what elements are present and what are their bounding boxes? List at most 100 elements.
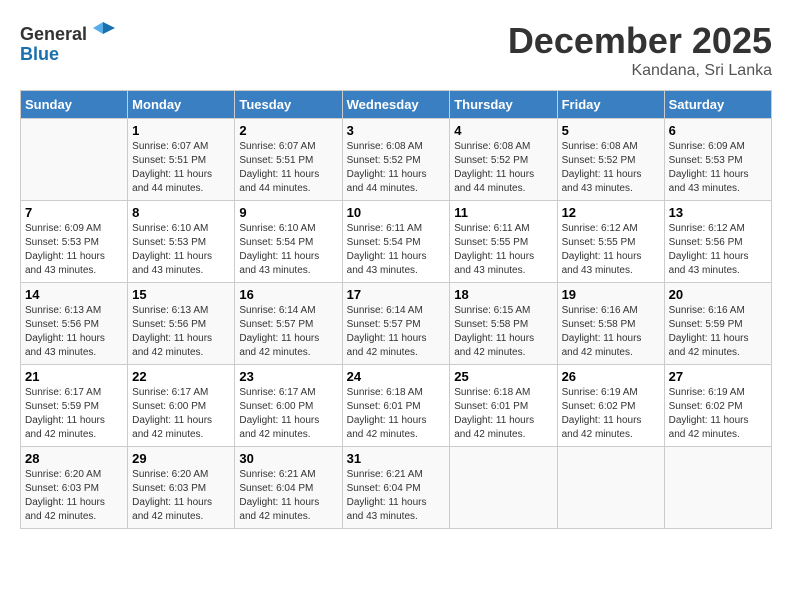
day-number: 5 bbox=[562, 123, 660, 138]
day-number: 11 bbox=[454, 205, 552, 220]
day-number: 1 bbox=[132, 123, 230, 138]
day-number: 16 bbox=[239, 287, 337, 302]
day-info: Sunrise: 6:14 AMSunset: 5:57 PMDaylight:… bbox=[239, 304, 337, 360]
calendar-cell: 14 Sunrise: 6:13 AMSunset: 5:56 PMDaylig… bbox=[21, 283, 128, 365]
month-title: December 2025 bbox=[508, 20, 772, 62]
day-info: Sunrise: 6:17 AMSunset: 6:00 PMDaylight:… bbox=[132, 386, 230, 442]
day-number: 9 bbox=[239, 205, 337, 220]
calendar-cell: 6 Sunrise: 6:09 AMSunset: 5:53 PMDayligh… bbox=[664, 119, 771, 201]
day-info: Sunrise: 6:10 AMSunset: 5:53 PMDaylight:… bbox=[132, 222, 230, 278]
day-info: Sunrise: 6:07 AMSunset: 5:51 PMDaylight:… bbox=[132, 140, 230, 196]
calendar-cell: 10 Sunrise: 6:11 AMSunset: 5:54 PMDaylig… bbox=[342, 201, 450, 283]
page-header: General Blue December 2025 Kandana, Sri … bbox=[20, 20, 772, 80]
logo-flag-icon bbox=[89, 20, 117, 48]
day-info: Sunrise: 6:20 AMSunset: 6:03 PMDaylight:… bbox=[132, 468, 230, 524]
day-number: 21 bbox=[25, 369, 123, 384]
calendar-week-row: 1 Sunrise: 6:07 AMSunset: 5:51 PMDayligh… bbox=[21, 119, 772, 201]
calendar-cell: 8 Sunrise: 6:10 AMSunset: 5:53 PMDayligh… bbox=[128, 201, 235, 283]
calendar-cell bbox=[664, 447, 771, 529]
calendar-week-row: 7 Sunrise: 6:09 AMSunset: 5:53 PMDayligh… bbox=[21, 201, 772, 283]
day-info: Sunrise: 6:13 AMSunset: 5:56 PMDaylight:… bbox=[25, 304, 123, 360]
calendar-cell: 4 Sunrise: 6:08 AMSunset: 5:52 PMDayligh… bbox=[450, 119, 557, 201]
calendar-cell: 5 Sunrise: 6:08 AMSunset: 5:52 PMDayligh… bbox=[557, 119, 664, 201]
col-header-sunday: Sunday bbox=[21, 91, 128, 119]
calendar-cell: 16 Sunrise: 6:14 AMSunset: 5:57 PMDaylig… bbox=[235, 283, 342, 365]
day-number: 17 bbox=[347, 287, 446, 302]
calendar-cell: 9 Sunrise: 6:10 AMSunset: 5:54 PMDayligh… bbox=[235, 201, 342, 283]
day-info: Sunrise: 6:18 AMSunset: 6:01 PMDaylight:… bbox=[454, 386, 552, 442]
day-number: 4 bbox=[454, 123, 552, 138]
calendar-cell: 15 Sunrise: 6:13 AMSunset: 5:56 PMDaylig… bbox=[128, 283, 235, 365]
calendar-cell: 19 Sunrise: 6:16 AMSunset: 5:58 PMDaylig… bbox=[557, 283, 664, 365]
day-number: 13 bbox=[669, 205, 767, 220]
day-info: Sunrise: 6:13 AMSunset: 5:56 PMDaylight:… bbox=[132, 304, 230, 360]
day-info: Sunrise: 6:14 AMSunset: 5:57 PMDaylight:… bbox=[347, 304, 446, 360]
day-info: Sunrise: 6:17 AMSunset: 6:00 PMDaylight:… bbox=[239, 386, 337, 442]
calendar-week-row: 21 Sunrise: 6:17 AMSunset: 5:59 PMDaylig… bbox=[21, 365, 772, 447]
logo: General Blue bbox=[20, 20, 117, 65]
day-info: Sunrise: 6:07 AMSunset: 5:51 PMDaylight:… bbox=[239, 140, 337, 196]
day-number: 6 bbox=[669, 123, 767, 138]
day-info: Sunrise: 6:20 AMSunset: 6:03 PMDaylight:… bbox=[25, 468, 123, 524]
day-number: 19 bbox=[562, 287, 660, 302]
calendar-cell bbox=[450, 447, 557, 529]
day-info: Sunrise: 6:12 AMSunset: 5:56 PMDaylight:… bbox=[669, 222, 767, 278]
day-info: Sunrise: 6:19 AMSunset: 6:02 PMDaylight:… bbox=[562, 386, 660, 442]
calendar-cell: 21 Sunrise: 6:17 AMSunset: 5:59 PMDaylig… bbox=[21, 365, 128, 447]
day-info: Sunrise: 6:21 AMSunset: 6:04 PMDaylight:… bbox=[347, 468, 446, 524]
day-number: 3 bbox=[347, 123, 446, 138]
calendar-cell bbox=[21, 119, 128, 201]
calendar-table: SundayMondayTuesdayWednesdayThursdayFrid… bbox=[20, 90, 772, 529]
col-header-monday: Monday bbox=[128, 91, 235, 119]
day-number: 25 bbox=[454, 369, 552, 384]
calendar-cell: 11 Sunrise: 6:11 AMSunset: 5:55 PMDaylig… bbox=[450, 201, 557, 283]
day-number: 23 bbox=[239, 369, 337, 384]
day-info: Sunrise: 6:09 AMSunset: 5:53 PMDaylight:… bbox=[25, 222, 123, 278]
day-info: Sunrise: 6:11 AMSunset: 5:54 PMDaylight:… bbox=[347, 222, 446, 278]
calendar-cell: 17 Sunrise: 6:14 AMSunset: 5:57 PMDaylig… bbox=[342, 283, 450, 365]
day-number: 28 bbox=[25, 451, 123, 466]
calendar-cell: 31 Sunrise: 6:21 AMSunset: 6:04 PMDaylig… bbox=[342, 447, 450, 529]
day-info: Sunrise: 6:08 AMSunset: 5:52 PMDaylight:… bbox=[454, 140, 552, 196]
calendar-week-row: 28 Sunrise: 6:20 AMSunset: 6:03 PMDaylig… bbox=[21, 447, 772, 529]
calendar-cell: 24 Sunrise: 6:18 AMSunset: 6:01 PMDaylig… bbox=[342, 365, 450, 447]
day-number: 26 bbox=[562, 369, 660, 384]
day-info: Sunrise: 6:10 AMSunset: 5:54 PMDaylight:… bbox=[239, 222, 337, 278]
calendar-cell: 23 Sunrise: 6:17 AMSunset: 6:00 PMDaylig… bbox=[235, 365, 342, 447]
title-block: December 2025 Kandana, Sri Lanka bbox=[508, 20, 772, 80]
calendar-cell: 22 Sunrise: 6:17 AMSunset: 6:00 PMDaylig… bbox=[128, 365, 235, 447]
day-number: 14 bbox=[25, 287, 123, 302]
calendar-cell: 26 Sunrise: 6:19 AMSunset: 6:02 PMDaylig… bbox=[557, 365, 664, 447]
calendar-cell: 12 Sunrise: 6:12 AMSunset: 5:55 PMDaylig… bbox=[557, 201, 664, 283]
calendar-header-row: SundayMondayTuesdayWednesdayThursdayFrid… bbox=[21, 91, 772, 119]
day-number: 8 bbox=[132, 205, 230, 220]
day-info: Sunrise: 6:11 AMSunset: 5:55 PMDaylight:… bbox=[454, 222, 552, 278]
day-number: 7 bbox=[25, 205, 123, 220]
day-number: 29 bbox=[132, 451, 230, 466]
calendar-cell bbox=[557, 447, 664, 529]
day-number: 12 bbox=[562, 205, 660, 220]
calendar-cell: 28 Sunrise: 6:20 AMSunset: 6:03 PMDaylig… bbox=[21, 447, 128, 529]
calendar-cell: 25 Sunrise: 6:18 AMSunset: 6:01 PMDaylig… bbox=[450, 365, 557, 447]
calendar-cell: 2 Sunrise: 6:07 AMSunset: 5:51 PMDayligh… bbox=[235, 119, 342, 201]
calendar-cell: 18 Sunrise: 6:15 AMSunset: 5:58 PMDaylig… bbox=[450, 283, 557, 365]
day-info: Sunrise: 6:18 AMSunset: 6:01 PMDaylight:… bbox=[347, 386, 446, 442]
day-number: 24 bbox=[347, 369, 446, 384]
location-subtitle: Kandana, Sri Lanka bbox=[508, 62, 772, 80]
day-number: 22 bbox=[132, 369, 230, 384]
col-header-saturday: Saturday bbox=[664, 91, 771, 119]
day-info: Sunrise: 6:15 AMSunset: 5:58 PMDaylight:… bbox=[454, 304, 552, 360]
day-number: 27 bbox=[669, 369, 767, 384]
col-header-thursday: Thursday bbox=[450, 91, 557, 119]
day-info: Sunrise: 6:16 AMSunset: 5:59 PMDaylight:… bbox=[669, 304, 767, 360]
day-info: Sunrise: 6:08 AMSunset: 5:52 PMDaylight:… bbox=[347, 140, 446, 196]
day-number: 2 bbox=[239, 123, 337, 138]
calendar-cell: 3 Sunrise: 6:08 AMSunset: 5:52 PMDayligh… bbox=[342, 119, 450, 201]
logo-general-text: General bbox=[20, 24, 87, 45]
day-number: 31 bbox=[347, 451, 446, 466]
day-number: 10 bbox=[347, 205, 446, 220]
day-info: Sunrise: 6:21 AMSunset: 6:04 PMDaylight:… bbox=[239, 468, 337, 524]
calendar-cell: 1 Sunrise: 6:07 AMSunset: 5:51 PMDayligh… bbox=[128, 119, 235, 201]
day-number: 18 bbox=[454, 287, 552, 302]
calendar-cell: 27 Sunrise: 6:19 AMSunset: 6:02 PMDaylig… bbox=[664, 365, 771, 447]
